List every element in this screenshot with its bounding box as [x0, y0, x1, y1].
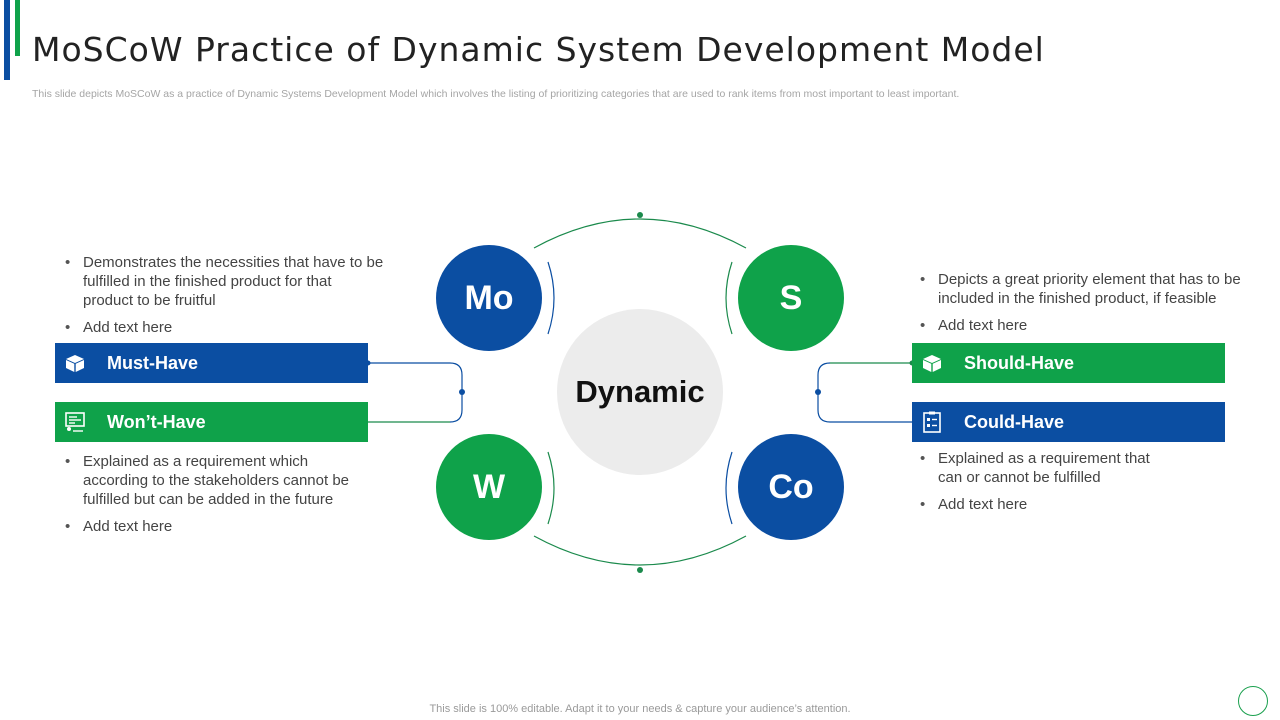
circle-co: Co — [738, 434, 844, 540]
box-icon — [920, 351, 944, 375]
should-have-label: Should-Have — [964, 352, 1075, 373]
corner-circle-decoration — [1238, 686, 1268, 716]
could-have-bullet-1: Explained as a requirement that can or c… — [918, 449, 1178, 487]
must-have-label: Must-Have — [107, 352, 199, 373]
wont-have-bullet-2: Add text here — [63, 517, 373, 536]
should-have-bullets: Depicts a great priority element that ha… — [918, 270, 1263, 343]
wont-have-bar: Won’t-Have — [55, 402, 368, 442]
center-circle-dynamic: Dynamic — [557, 309, 723, 475]
must-have-bar: Must-Have — [55, 343, 368, 383]
must-have-bullets: Demonstrates the necessities that have t… — [63, 253, 385, 345]
slide-footer: This slide is 100% editable. Adapt it to… — [429, 703, 851, 715]
circle-s: S — [738, 245, 844, 351]
must-have-bullet-2: Add text here — [63, 318, 385, 337]
presentation-board-icon — [63, 410, 87, 434]
clipboard-checklist-icon — [920, 410, 944, 434]
could-have-bar: Could-Have — [912, 402, 1225, 442]
circle-mo: Mo — [436, 245, 542, 351]
should-have-bullet-2: Add text here — [918, 316, 1263, 335]
should-have-bar: Should-Have — [912, 343, 1225, 383]
should-have-bullet-1: Depicts a great priority element that ha… — [918, 270, 1263, 308]
must-have-bullet-1: Demonstrates the necessities that have t… — [63, 253, 385, 310]
wont-have-bullets: Explained as a requirement which accordi… — [63, 452, 373, 544]
wont-have-label: Won’t-Have — [107, 411, 206, 432]
could-have-label: Could-Have — [964, 411, 1065, 432]
could-have-bullets: Explained as a requirement that can or c… — [918, 449, 1178, 522]
circle-w: W — [436, 434, 542, 540]
wont-have-bullet-1: Explained as a requirement which accordi… — [63, 452, 373, 509]
box-icon — [63, 351, 87, 375]
could-have-bullet-2: Add text here — [918, 495, 1178, 514]
